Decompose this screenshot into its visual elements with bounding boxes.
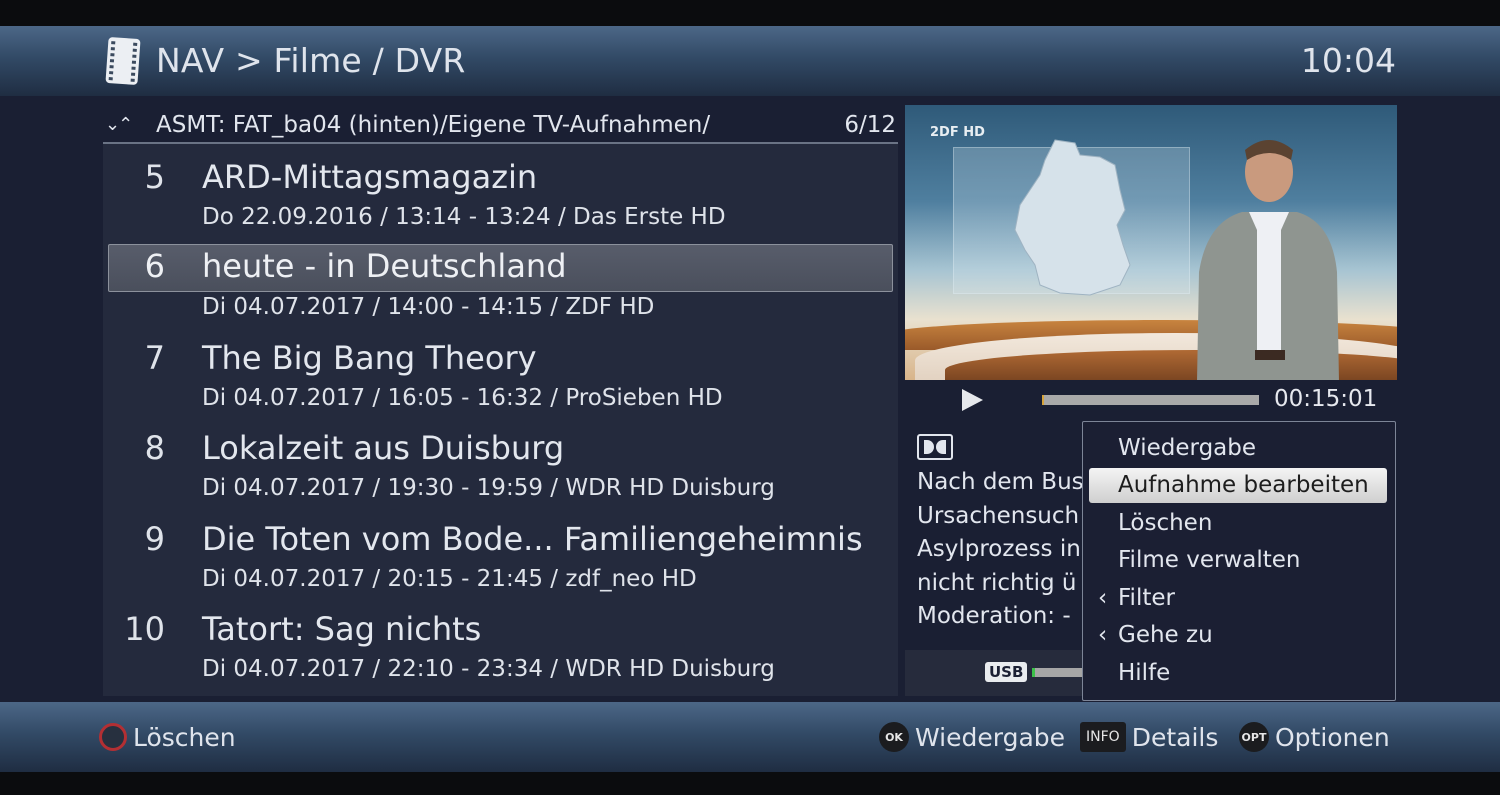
duration: 00:15:01 xyxy=(1274,386,1378,412)
video-preview[interactable]: 2DF HD xyxy=(905,105,1397,380)
presenter-figure xyxy=(1197,140,1339,380)
opt-key-icon: OPT xyxy=(1239,722,1269,752)
item-number: 10 xyxy=(124,610,165,648)
ok-key-icon: OK xyxy=(879,722,909,752)
menu-item-loeschen[interactable]: Löschen xyxy=(1083,505,1395,543)
menu-item-label: Aufnahme bearbeiten xyxy=(1118,472,1369,498)
menu-item-label: Wiedergabe xyxy=(1118,435,1257,461)
progress-fill xyxy=(1042,395,1045,405)
button-label: Optionen xyxy=(1275,722,1390,752)
list-item[interactable]: 5 ARD-Mittagsmagazin Do 22.09.2016 / 13:… xyxy=(103,144,898,234)
ok-button-play[interactable]: OK Wiedergabe xyxy=(879,722,1065,752)
item-meta: Do 22.09.2016 / 13:14 - 13:24 / Das Erst… xyxy=(202,204,726,230)
description-line: Moderation: - xyxy=(917,603,1071,629)
item-title: Die Toten vom Bode... Familiengeheimnis xyxy=(202,520,863,558)
germany-map-graphic xyxy=(1014,139,1131,296)
item-meta: Di 04.07.2017 / 20:15 - 21:45 / zdf_neo … xyxy=(202,566,697,592)
item-meta: Di 04.07.2017 / 14:00 - 14:15 / ZDF HD xyxy=(202,294,655,320)
clock: 10:04 xyxy=(1300,41,1396,80)
description-line: Nach dem Bus xyxy=(917,469,1084,495)
button-label: Wiedergabe xyxy=(915,722,1066,752)
item-number: 9 xyxy=(144,520,165,558)
list-item[interactable]: 9 Die Toten vom Bode... Familiengeheimni… xyxy=(103,506,898,596)
breadcrumb: NAV > Filme / DVR xyxy=(156,41,466,80)
menu-item-label: Filme verwalten xyxy=(1118,547,1301,573)
description-line: nicht richtig ü xyxy=(917,569,1077,596)
menu-item-hilfe[interactable]: Hilfe xyxy=(1083,655,1395,693)
header-bar: NAV > Filme / DVR 10:04 xyxy=(0,26,1500,96)
description-line: Ursachensuch xyxy=(917,502,1080,529)
item-number: 5 xyxy=(144,158,165,196)
item-meta: Di 04.07.2017 / 22:10 - 23:34 / WDR HD D… xyxy=(202,656,775,682)
menu-item-wiedergabe[interactable]: Wiedergabe xyxy=(1083,430,1395,468)
menu-item-label: Filter xyxy=(1118,585,1175,611)
red-key-icon xyxy=(99,723,127,751)
footer-bar: Löschen OK Wiedergabe INFO Details OPT O… xyxy=(0,702,1500,772)
opt-button-options[interactable]: OPT Optionen xyxy=(1239,722,1390,752)
play-icon[interactable] xyxy=(962,389,983,411)
film-strip-icon xyxy=(105,37,141,85)
item-title: Lokalzeit aus Duisburg xyxy=(202,429,565,467)
playback-progress-bar[interactable] xyxy=(1042,395,1259,405)
menu-item-aufnahme-bearbeiten[interactable]: Aufnahme bearbeiten xyxy=(1083,467,1395,505)
item-title: ARD-Mittagsmagazin xyxy=(202,158,538,196)
scroll-arrows-icon[interactable]: ⌄⌃ xyxy=(105,114,133,135)
menu-item-label: Hilfe xyxy=(1118,660,1171,686)
list-item[interactable]: 10 Tatort: Sag nichts Di 04.07.2017 / 22… xyxy=(103,596,898,686)
item-title: heute - in Deutschland xyxy=(202,247,567,285)
item-number: 7 xyxy=(144,339,165,377)
list-position: 6/12 xyxy=(844,112,896,138)
storage-used-fill xyxy=(1032,668,1035,677)
options-menu: Wiedergabe Aufnahme bearbeiten Löschen F… xyxy=(1082,421,1396,701)
menu-item-label: Löschen xyxy=(1118,510,1213,536)
path-bar: ⌄⌃ ASMT: FAT_ba04 (hinten)/Eigene TV-Auf… xyxy=(103,108,898,144)
item-title: Tatort: Sag nichts xyxy=(202,610,482,648)
folder-path: ASMT: FAT_ba04 (hinten)/Eigene TV-Aufnah… xyxy=(156,112,711,138)
description: Nach dem Bus Ursachensuch Asylprozess in… xyxy=(917,434,1092,634)
usb-icon: USB xyxy=(985,662,1028,682)
list-item[interactable]: 8 Lokalzeit aus Duisburg Di 04.07.2017 /… xyxy=(103,415,898,505)
dolby-icon xyxy=(917,434,953,460)
menu-item-filter[interactable]: ‹ Filter xyxy=(1083,580,1395,618)
button-label: Details xyxy=(1131,722,1219,752)
info-button-details[interactable]: INFO Details xyxy=(1080,722,1218,752)
button-label: Löschen xyxy=(133,722,236,752)
channel-logo: 2DF HD xyxy=(930,125,985,140)
chevron-left-icon: ‹ xyxy=(1098,622,1108,648)
list-item[interactable]: 7 The Big Bang Theory Di 04.07.2017 / 16… xyxy=(103,325,898,415)
recordings-list: 5 ARD-Mittagsmagazin Do 22.09.2016 / 13:… xyxy=(103,144,898,696)
item-title: The Big Bang Theory xyxy=(202,339,537,377)
menu-item-filme-verwalten[interactable]: Filme verwalten xyxy=(1083,542,1395,580)
item-number: 8 xyxy=(144,429,165,467)
item-meta: Di 04.07.2017 / 16:05 - 16:32 / ProSiebe… xyxy=(202,385,723,411)
description-line: Asylprozess in xyxy=(917,536,1081,562)
item-meta: Di 04.07.2017 / 19:30 - 19:59 / WDR HD D… xyxy=(202,475,775,501)
red-button-delete[interactable]: Löschen xyxy=(99,722,236,752)
menu-item-gehe-zu[interactable]: ‹ Gehe zu xyxy=(1083,617,1395,655)
main-area: ⌄⌃ ASMT: FAT_ba04 (hinten)/Eigene TV-Auf… xyxy=(0,96,1500,702)
chevron-left-icon: ‹ xyxy=(1098,585,1108,611)
item-number: 6 xyxy=(144,247,165,285)
storage-indicator: USB xyxy=(905,650,1105,696)
menu-item-label: Gehe zu xyxy=(1118,622,1213,648)
info-key-icon: INFO xyxy=(1080,722,1126,752)
playback-row: 00:15:01 xyxy=(905,386,1397,416)
list-item-selected[interactable]: 6 heute - in Deutschland Di 04.07.2017 /… xyxy=(103,244,898,334)
